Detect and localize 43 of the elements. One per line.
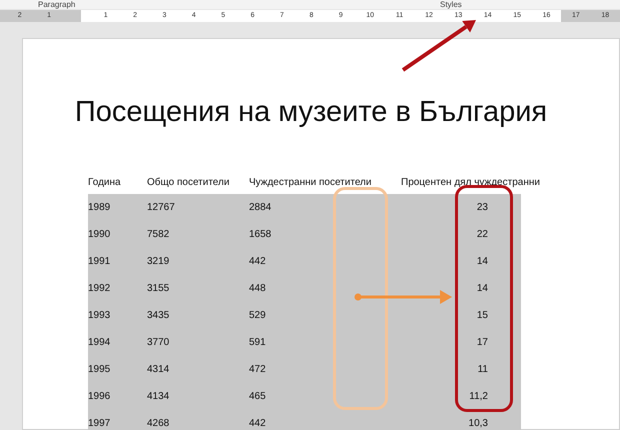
table-cell-text: 7582 (147, 228, 170, 242)
table-cell-text: 22 (476, 228, 488, 242)
table-cell-text: 4268 (147, 417, 170, 430)
table-cell-text: 1995 (88, 363, 112, 377)
table-cell-text: 1991 (88, 255, 112, 269)
table-cell-text: 1990 (88, 228, 112, 242)
column-header: Чуждестранни посетители (249, 176, 372, 190)
table-cell-text: 591 (249, 336, 267, 350)
table-cell-text: 4134 (147, 390, 170, 404)
column-header: Общо посетители (147, 176, 230, 190)
table-cell-text: 15 (476, 309, 488, 323)
document-title: Посещения на музеите в България (74, 95, 548, 130)
table-cell-text: 1992 (88, 282, 112, 296)
table-cell-text: 2884 (249, 201, 272, 215)
table-cell-text: 442 (249, 255, 267, 269)
table-cell-text: 1994 (88, 336, 112, 350)
table-cell-text: 14 (476, 282, 488, 296)
table-cell-text: 529 (249, 309, 267, 323)
table-cell-text: 1989 (88, 201, 112, 215)
table-cell-text: 23 (476, 201, 488, 215)
column-header: Година (88, 176, 121, 190)
group-label: Styles (440, 0, 462, 9)
table-cell-text: 448 (249, 282, 267, 296)
table-cell-text: 12767 (147, 201, 176, 215)
table-cell-text: 3435 (147, 309, 170, 323)
table-cell-text: 3155 (147, 282, 170, 296)
column-header: Процентен дял чуждестранни (401, 176, 540, 190)
table-cell-text: 1993 (88, 309, 112, 323)
table-cell-text: 17 (476, 336, 488, 350)
table-cell-text: 3219 (147, 255, 170, 269)
table-cell-text: 4314 (147, 363, 170, 377)
table-cell-text: 465 (249, 390, 267, 404)
table-cell-text: 10,3 (468, 417, 488, 430)
table-cell-text: 14 (476, 255, 488, 269)
table-cell-text: 442 (249, 417, 267, 430)
table-cell-text: 1997 (88, 417, 112, 430)
table-cell-text: 3770 (147, 336, 170, 350)
table-cell-text: 1996 (88, 390, 112, 404)
table-cell-text: 1658 (249, 228, 272, 242)
group-label: Paragraph (38, 0, 76, 9)
table-cell-text: 11 (478, 363, 488, 377)
table-cell-text: 11,2 (469, 390, 488, 404)
table-cell-text: 472 (249, 363, 267, 377)
